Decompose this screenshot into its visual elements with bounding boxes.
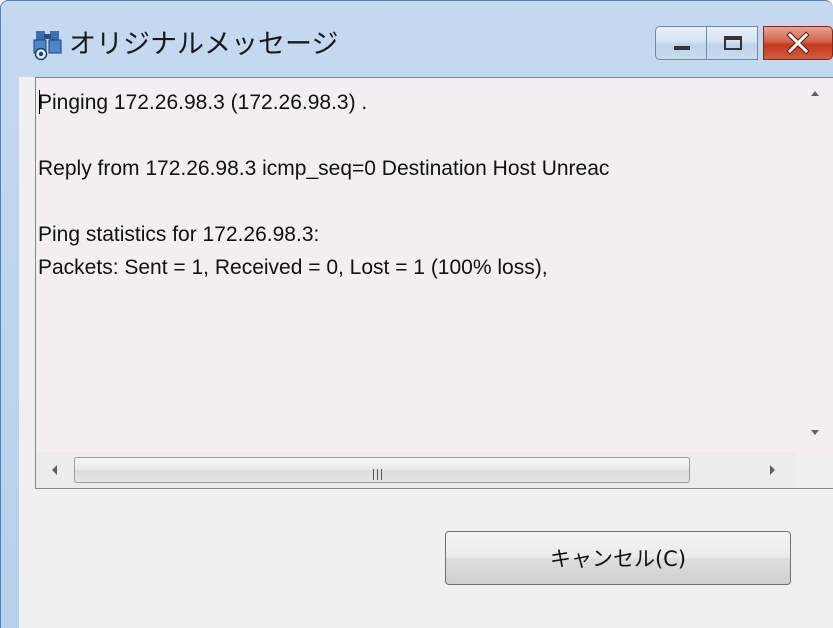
message-line: Reply from 172.26.98.3 icmp_seq=0 Destin… (38, 157, 610, 180)
text-caret (39, 90, 40, 114)
message-line: Pinging 172.26.98.3 (172.26.98.3) . (38, 91, 368, 114)
window-title: オリジナルメッセージ (69, 29, 339, 60)
binoculars-icon (33, 29, 63, 61)
maximize-icon (724, 36, 742, 50)
maximize-button[interactable] (706, 26, 758, 60)
minimize-button[interactable] (655, 26, 707, 60)
message-line (38, 185, 796, 218)
scroll-down-icon[interactable] (797, 418, 833, 448)
message-textbox[interactable]: Pinging 172.26.98.3 (172.26.98.3) . Repl… (35, 77, 833, 489)
cancel-button[interactable]: キャンセル(C) (445, 531, 791, 585)
message-line: Ping statistics for 172.26.98.3: (38, 223, 320, 246)
message-line: Packets: Sent = 1, Received = 0, Lost = … (38, 256, 548, 279)
title-bar[interactable]: オリジナルメッセージ (1, 1, 833, 77)
minimize-icon (674, 46, 690, 50)
scroll-right-icon[interactable] (754, 452, 790, 488)
dialog-client-area: Pinging 172.26.98.3 (172.26.98.3) . Repl… (19, 77, 833, 628)
grip-icon (373, 465, 385, 484)
close-button[interactable] (763, 26, 833, 60)
horizontal-scrollbar[interactable] (36, 452, 797, 488)
message-text: Pinging 172.26.98.3 (172.26.98.3) . Repl… (38, 80, 796, 451)
close-icon (764, 27, 832, 59)
dialog-window: オリジナルメッセージ Pinging 172.26.98.3 (172.26.9… (0, 0, 833, 628)
scrollbar-corner (797, 452, 833, 488)
scroll-up-icon[interactable] (797, 78, 833, 108)
vertical-scrollbar[interactable] (797, 78, 833, 448)
message-line (38, 119, 796, 152)
horizontal-scroll-thumb[interactable] (74, 457, 690, 483)
scroll-left-icon[interactable] (36, 452, 72, 488)
